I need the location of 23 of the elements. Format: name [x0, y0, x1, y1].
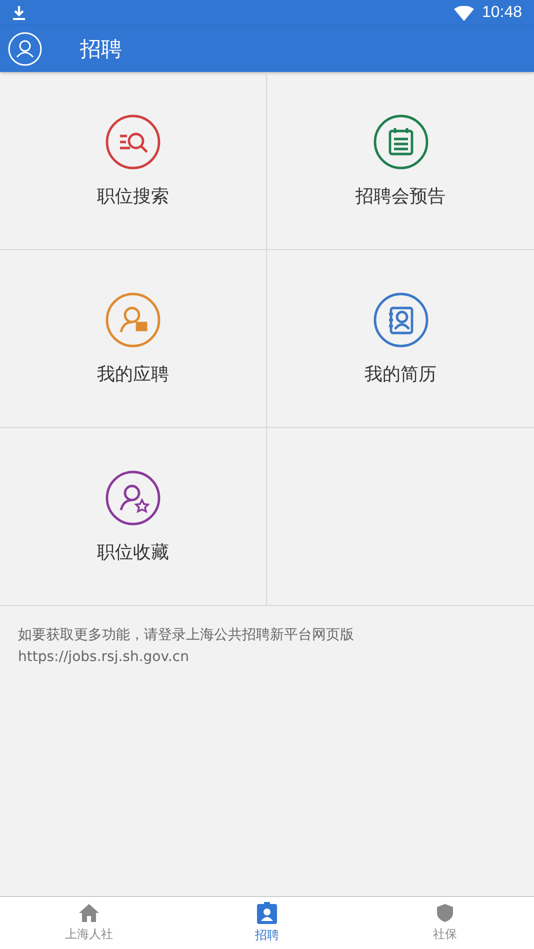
tile-label[interactable]: 职位收藏	[97, 540, 169, 564]
wifi-icon	[454, 6, 474, 20]
website-url: https://jobs.rsj.sh.gov.cn	[18, 648, 190, 667]
search-icon[interactable]	[105, 114, 161, 170]
nav-tab[interactable]: 社保	[356, 897, 534, 949]
download-icon	[12, 5, 26, 21]
nav-tab[interactable]: 招聘	[178, 897, 356, 949]
status-time: 10:48	[482, 4, 522, 22]
nav-tab[interactable]: 上海人社	[0, 897, 178, 949]
notice-text: 如要获取更多功能，请登录上海公共招聘新平台网页版	[18, 626, 355, 645]
id-badge-icon	[257, 902, 277, 924]
shield-icon	[436, 903, 454, 923]
tile-label[interactable]: 我的简历	[364, 362, 436, 386]
header-title: 招聘	[80, 36, 122, 63]
resume-icon[interactable]	[372, 292, 428, 348]
tile-label[interactable]: 我的应聘	[97, 362, 169, 386]
home-icon	[78, 903, 100, 923]
favorite-icon[interactable]	[105, 470, 161, 526]
tile-label[interactable]: 职位搜索	[97, 184, 169, 208]
profile-icon[interactable]	[8, 32, 42, 66]
applicant-icon[interactable]	[105, 292, 161, 348]
calendar-icon[interactable]	[372, 114, 428, 170]
tile-label[interactable]: 招聘会预告	[356, 184, 446, 208]
